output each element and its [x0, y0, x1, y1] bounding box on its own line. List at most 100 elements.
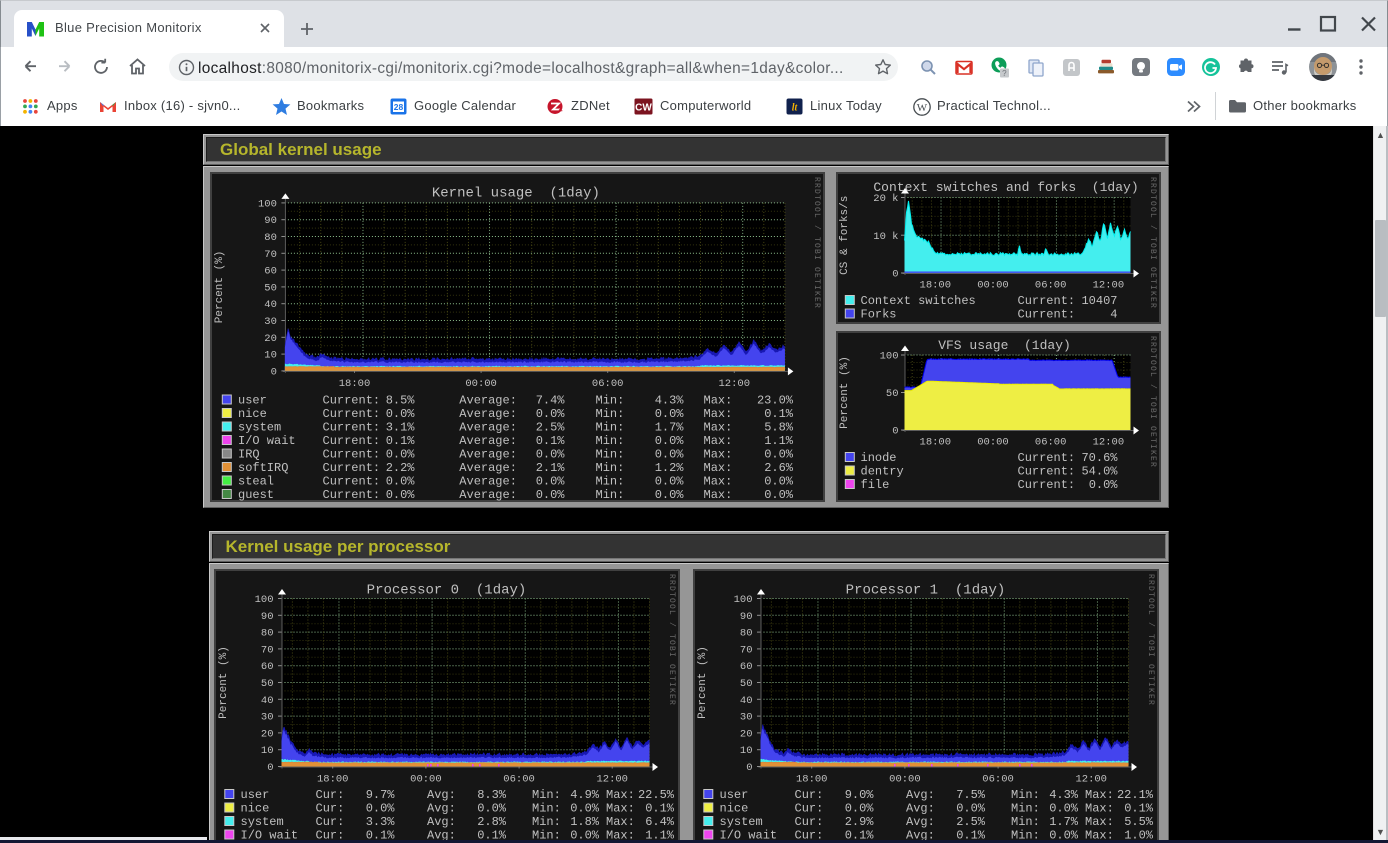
svg-text:Current:: Current:	[322, 474, 380, 488]
svg-text:Min:: Min:	[1011, 788, 1040, 802]
svg-text:user: user	[240, 788, 269, 802]
svg-text:0.1%: 0.1%	[764, 407, 794, 421]
svg-text:60: 60	[260, 661, 273, 673]
svg-text:10: 10	[260, 745, 273, 757]
svg-text:Current:: Current:	[1017, 307, 1075, 321]
svg-text:0.0%: 0.0%	[764, 488, 794, 502]
svg-text:RRDTOOL / TOBI OETIKER: RRDTOOL / TOBI OETIKER	[667, 574, 676, 706]
svg-text:2.9%: 2.9%	[844, 815, 874, 829]
svg-text:1.7%: 1.7%	[654, 420, 684, 434]
svg-text:8.5%: 8.5%	[385, 393, 415, 407]
svg-text:Max:: Max:	[1085, 801, 1114, 815]
svg-text:Average:: Average:	[459, 420, 517, 434]
svg-text:Avg:: Avg:	[906, 788, 935, 802]
svg-text:06:00: 06:00	[982, 773, 1014, 785]
svg-text:6.4%: 6.4%	[645, 815, 675, 829]
svg-text:Max:: Max:	[703, 420, 732, 434]
svg-text:0.0%: 0.0%	[654, 434, 684, 448]
svg-text:18:00: 18:00	[919, 436, 951, 448]
svg-text:1.2%: 1.2%	[654, 461, 684, 475]
svg-text:Avg:: Avg:	[427, 788, 456, 802]
svg-text:50: 50	[260, 678, 273, 690]
svg-text:Max:: Max:	[703, 447, 732, 461]
svg-text:Cur:: Cur:	[315, 801, 344, 815]
svg-text:06:00: 06:00	[1034, 279, 1066, 291]
svg-text:I/O wait: I/O wait	[238, 434, 296, 448]
svg-text:18:00: 18:00	[795, 773, 827, 785]
svg-text:22.1%: 22.1%	[1116, 788, 1153, 802]
svg-text:12:00: 12:00	[1092, 436, 1124, 448]
svg-text:0.0%: 0.0%	[385, 488, 415, 502]
svg-text:Processor 1 (1day): Processor 1 (1day)	[845, 582, 1005, 598]
svg-text:Min:: Min:	[595, 461, 624, 475]
svg-text:system: system	[238, 420, 281, 434]
svg-text:00:00: 00:00	[889, 773, 921, 785]
svg-text:VFS usage (1day): VFS usage (1day)	[938, 338, 1071, 353]
svg-text:10: 10	[739, 745, 752, 757]
svg-text:Max:: Max:	[1085, 788, 1114, 802]
svg-text:0.0%: 0.0%	[535, 474, 565, 488]
svg-text:0.0%: 0.0%	[535, 488, 565, 502]
svg-text:Forks: Forks	[860, 307, 896, 321]
svg-text:Min:: Min:	[595, 434, 624, 448]
svg-text:18:00: 18:00	[316, 773, 348, 785]
svg-text:Max:: Max:	[703, 393, 732, 407]
svg-text:40: 40	[264, 299, 277, 311]
svg-text:Max:: Max:	[703, 407, 732, 421]
svg-text:90: 90	[260, 610, 273, 622]
svg-text:system: system	[719, 815, 762, 829]
svg-text:Cur:: Cur:	[794, 801, 823, 815]
svg-text:0.0%: 0.0%	[1049, 801, 1079, 815]
svg-text:Current:: Current:	[322, 407, 380, 421]
svg-text:80: 80	[739, 627, 752, 639]
svg-text:Current:: Current:	[322, 447, 380, 461]
svg-text:70: 70	[260, 644, 273, 656]
svg-text:12:00: 12:00	[596, 773, 628, 785]
svg-text:Max:: Max:	[703, 488, 732, 502]
svg-text:Avg:: Avg:	[906, 815, 935, 829]
svg-text:0.0%: 0.0%	[654, 474, 684, 488]
svg-text:Percent (%): Percent (%)	[839, 356, 851, 429]
svg-text:1.7%: 1.7%	[1049, 815, 1079, 829]
svg-text:Avg:: Avg:	[906, 801, 935, 815]
svg-text:nice: nice	[719, 801, 748, 815]
svg-text:30: 30	[260, 711, 273, 723]
svg-text:60: 60	[264, 265, 277, 277]
svg-text:06:00: 06:00	[1034, 436, 1066, 448]
svg-text:2.2%: 2.2%	[385, 461, 415, 475]
svg-text:Cur:: Cur:	[315, 788, 344, 802]
svg-text:10 k: 10 k	[873, 230, 898, 242]
svg-text:Avg:: Avg:	[427, 801, 456, 815]
svg-text:Current:: Current:	[322, 461, 380, 475]
svg-text:Cur:: Cur:	[794, 788, 823, 802]
svg-text:5.8%: 5.8%	[764, 420, 794, 434]
svg-text:100: 100	[879, 350, 898, 362]
svg-text:70.6%: 70.6%	[1081, 451, 1118, 465]
svg-text:0.1%: 0.1%	[385, 434, 415, 448]
svg-text:system: system	[240, 815, 283, 829]
svg-text:0.0%: 0.0%	[477, 801, 507, 815]
svg-text:Percent (%): Percent (%)	[697, 646, 709, 719]
svg-text:softIRQ: softIRQ	[238, 461, 288, 475]
svg-text:00:00: 00:00	[977, 436, 1009, 448]
svg-text:0.0%: 0.0%	[385, 407, 415, 421]
svg-text:0.0%: 0.0%	[654, 407, 684, 421]
svg-text:28: 28	[394, 102, 404, 112]
svg-text:Current:: Current:	[322, 434, 380, 448]
svg-text:0.0%: 0.0%	[1088, 478, 1118, 492]
svg-text:22.5%: 22.5%	[637, 788, 674, 802]
svg-text:nice: nice	[238, 407, 267, 421]
svg-text:Average:: Average:	[459, 488, 517, 502]
svg-text:Max:: Max:	[1085, 815, 1114, 829]
svg-text:Min:: Min:	[595, 407, 624, 421]
svg-text:0.0%: 0.0%	[654, 488, 684, 502]
svg-text:0.0%: 0.0%	[654, 447, 684, 461]
svg-text:4.3%: 4.3%	[1049, 788, 1079, 802]
svg-text:70: 70	[264, 248, 277, 260]
svg-text:2.1%: 2.1%	[535, 461, 565, 475]
svg-text:20: 20	[260, 728, 273, 740]
svg-text:0.0%: 0.0%	[956, 801, 986, 815]
svg-text:Min:: Min:	[595, 474, 624, 488]
svg-text:0.0%: 0.0%	[764, 474, 794, 488]
svg-text:Current:: Current:	[322, 488, 380, 502]
